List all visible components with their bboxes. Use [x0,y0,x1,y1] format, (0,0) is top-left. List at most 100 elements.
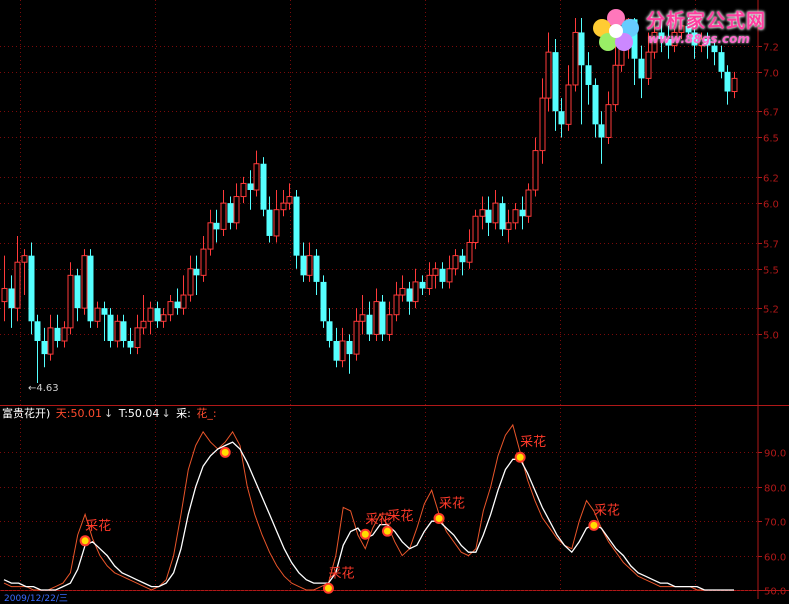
candle-body-up [339,340,346,362]
candle-body-up [426,274,433,289]
candle-body-up [432,268,439,276]
site-logo: 分析家公式网 www.88gs.com [588,2,786,54]
candle-body-up [393,294,400,316]
candle [94,301,101,328]
candle [552,39,559,131]
grid-lines [0,0,758,591]
candle-body-down [578,32,585,66]
candle-body-down [326,321,333,341]
candle-body-down [8,288,15,309]
candle-body-down [154,308,161,322]
candle [293,189,300,269]
candle [512,203,519,230]
candle-body-up [386,314,393,335]
candle-body-up [1,287,8,303]
flower-dot-center [221,448,229,456]
t-value-label: T:50.04 [118,407,160,420]
price-tick-label: 5.7 [763,240,779,251]
candle [154,301,161,328]
flower-label: 采花 [520,434,546,450]
candle [492,189,499,230]
candle [598,111,605,164]
candle-body-up [359,314,366,322]
candle [47,314,54,361]
candle-body-down [101,308,108,315]
candle-body-up [14,261,21,309]
candle [260,157,267,217]
candle [107,308,114,348]
candle [353,308,360,361]
candle [286,183,293,210]
candle-body-up [373,301,380,335]
candle-body-up [67,274,74,329]
candle [731,71,738,99]
indicator-tick-label: 70.0 [764,518,786,529]
candle-body-up [180,294,187,309]
candle [193,255,200,296]
flower-label: 采花 [594,502,620,518]
flower-dot-center [590,521,598,529]
flower-label: 采花 [85,518,111,534]
candle-body-up [147,307,154,322]
candle-body-up [207,222,214,250]
candle [273,189,280,243]
candle-body-down [107,314,114,341]
candle [399,275,406,302]
candle-body-up [452,255,459,270]
candle [306,242,313,282]
candle [605,91,612,145]
candle [572,18,579,92]
candle-body-down [87,255,94,322]
candle-body-down [174,301,181,309]
candle-body-up [479,209,486,217]
candle-body-up [572,31,579,86]
flower-dot-center [81,537,89,545]
candle [167,295,174,322]
candle-body-down [519,209,526,217]
candle [419,275,426,296]
candle [479,196,486,230]
candle [140,295,147,335]
candle-body-up [81,255,88,309]
price-tick-label: 7.0 [763,69,779,80]
indicator-tick-label: 80.0 [764,484,786,495]
candle [114,314,121,348]
candle-body-down [333,340,340,361]
candle [87,249,94,328]
candle [120,314,127,348]
candle-body-down [718,52,725,72]
candle [333,327,340,368]
candle [174,288,181,315]
price-tick-label: 6.7 [763,108,779,119]
candle-body-down [439,268,446,282]
candle-body-up [399,287,406,296]
flower-label: 采花 [439,495,465,511]
candle [585,52,592,105]
candle [366,301,373,341]
candle-body-up [160,314,167,322]
candle [240,176,247,204]
candle [14,235,21,322]
flower-marker: 采花 [322,565,354,594]
candle-body-down [552,52,559,112]
candle [180,275,187,315]
candle [393,281,400,322]
date-label: 2009/12/22/三 [4,594,68,604]
candle [200,235,207,282]
candle [21,249,28,296]
candle [300,242,307,282]
price-tick-label: 5.2 [763,305,779,316]
candle-body-down [724,71,731,92]
candle [61,321,68,348]
candle-body-up [220,202,227,230]
tian-value-label: 天:50.01 [55,407,102,420]
candle-body-up [466,242,473,263]
candle [326,308,333,348]
candle-body-down [41,340,48,355]
candle [485,196,492,236]
candle [233,183,240,230]
candle [81,249,88,315]
candle [359,295,366,335]
candle [41,327,48,368]
candle [459,249,466,276]
